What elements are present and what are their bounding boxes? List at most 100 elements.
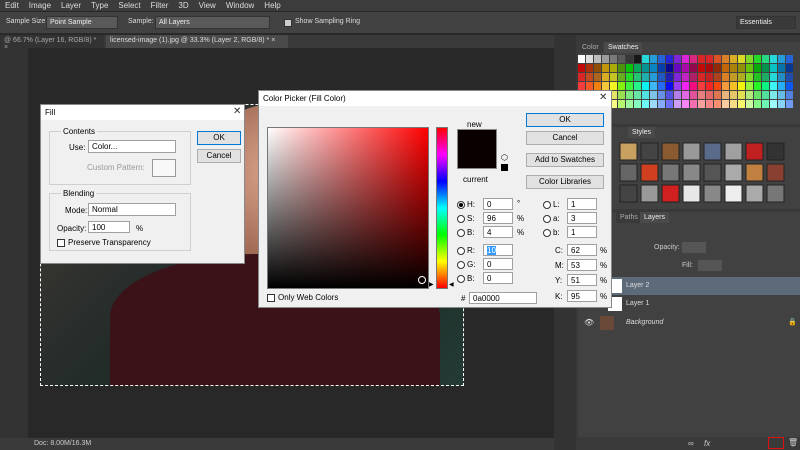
radio-g[interactable] xyxy=(457,261,465,269)
color-swatch[interactable] xyxy=(634,91,641,99)
color-swatch[interactable] xyxy=(714,91,721,99)
color-swatch[interactable] xyxy=(650,73,657,81)
menu-layer[interactable]: Layer xyxy=(56,1,86,10)
color-swatch[interactable] xyxy=(650,100,657,108)
b2-input[interactable]: 0 xyxy=(483,272,513,284)
sample-select[interactable]: All Layers xyxy=(155,16,270,29)
color-swatch[interactable] xyxy=(674,100,681,108)
color-swatch[interactable] xyxy=(674,73,681,81)
color-swatch[interactable] xyxy=(762,64,769,72)
color-swatch[interactable] xyxy=(586,73,593,81)
color-swatch[interactable] xyxy=(610,82,617,90)
color-swatch[interactable] xyxy=(730,55,737,63)
menu-help[interactable]: Help xyxy=(259,1,285,10)
color-swatch[interactable] xyxy=(586,82,593,90)
menu-filter[interactable]: Filter xyxy=(146,1,174,10)
color-swatch[interactable] xyxy=(610,64,617,72)
color-swatch[interactable] xyxy=(754,91,761,99)
color-swatch[interactable] xyxy=(746,55,753,63)
color-swatch[interactable] xyxy=(738,73,745,81)
color-swatch[interactable] xyxy=(738,91,745,99)
color-swatch[interactable] xyxy=(642,82,649,90)
ok-button[interactable]: OK xyxy=(526,113,604,127)
color-swatch[interactable] xyxy=(602,73,609,81)
radio-r[interactable] xyxy=(457,247,465,255)
color-swatch[interactable] xyxy=(706,55,713,63)
color-swatch[interactable] xyxy=(682,91,689,99)
color-swatch[interactable] xyxy=(730,82,737,90)
style-thumbnail[interactable] xyxy=(724,184,743,203)
ok-button[interactable]: OK xyxy=(197,131,241,145)
color-swatch[interactable] xyxy=(602,82,609,90)
color-swatch[interactable] xyxy=(738,64,745,72)
color-swatch[interactable] xyxy=(698,73,705,81)
color-swatch[interactable] xyxy=(578,73,585,81)
color-swatch[interactable] xyxy=(746,73,753,81)
color-swatch[interactable] xyxy=(706,91,713,99)
color-swatch[interactable] xyxy=(754,100,761,108)
g-input[interactable]: 0 xyxy=(483,258,513,270)
color-swatch[interactable] xyxy=(682,82,689,90)
color-swatch[interactable] xyxy=(770,55,777,63)
color-swatch[interactable] xyxy=(778,55,785,63)
color-swatch[interactable] xyxy=(650,91,657,99)
tab-color[interactable]: Color xyxy=(578,42,603,53)
tab-close-icon[interactable]: × xyxy=(271,37,275,44)
mode-select[interactable]: Normal xyxy=(88,203,176,216)
color-swatch[interactable] xyxy=(746,82,753,90)
color-swatch[interactable] xyxy=(658,55,665,63)
color-swatch[interactable] xyxy=(722,91,729,99)
color-swatch[interactable] xyxy=(786,100,793,108)
color-swatch[interactable] xyxy=(634,100,641,108)
color-swatch[interactable] xyxy=(634,64,641,72)
color-swatch[interactable] xyxy=(786,82,793,90)
color-swatch[interactable] xyxy=(690,82,697,90)
color-swatch[interactable] xyxy=(762,82,769,90)
color-swatch[interactable] xyxy=(770,100,777,108)
color-swatch[interactable] xyxy=(650,55,657,63)
color-swatch[interactable] xyxy=(706,100,713,108)
radio-b2[interactable] xyxy=(457,275,465,283)
color-swatch[interactable] xyxy=(778,73,785,81)
style-thumbnail[interactable] xyxy=(661,184,680,203)
hex-input[interactable]: 0a0000 xyxy=(469,292,537,304)
color-swatch[interactable] xyxy=(682,55,689,63)
color-swatch[interactable] xyxy=(770,64,777,72)
r-input[interactable]: 10 xyxy=(483,244,513,256)
color-swatch[interactable] xyxy=(634,82,641,90)
menu-window[interactable]: Window xyxy=(221,1,259,10)
style-thumbnail[interactable] xyxy=(619,184,638,203)
color-swatch[interactable] xyxy=(786,73,793,81)
show-ring-checkbox[interactable] xyxy=(284,19,292,27)
web-safe-swatch-icon[interactable] xyxy=(501,164,508,171)
color-libraries-button[interactable]: Color Libraries xyxy=(526,175,604,189)
style-thumbnail[interactable] xyxy=(724,142,743,161)
layer-fill-input[interactable] xyxy=(698,260,722,271)
color-swatch[interactable] xyxy=(706,82,713,90)
color-swatch[interactable] xyxy=(618,73,625,81)
color-swatch[interactable] xyxy=(722,100,729,108)
style-thumbnail[interactable] xyxy=(682,184,701,203)
style-thumbnail[interactable] xyxy=(682,142,701,161)
color-swatch[interactable] xyxy=(658,73,665,81)
color-swatch[interactable] xyxy=(618,64,625,72)
color-swatch[interactable] xyxy=(738,55,745,63)
layer-opacity-input[interactable] xyxy=(682,242,706,253)
color-swatch[interactable] xyxy=(586,55,593,63)
color-swatch[interactable] xyxy=(602,55,609,63)
color-swatch[interactable] xyxy=(746,100,753,108)
style-thumbnail[interactable] xyxy=(745,163,764,182)
color-swatch[interactable] xyxy=(674,91,681,99)
layer-row[interactable]: 👁 Background 🔒 xyxy=(578,314,800,332)
style-thumbnail[interactable] xyxy=(619,142,638,161)
style-thumbnail[interactable] xyxy=(640,163,659,182)
new-layer-icon[interactable] xyxy=(768,437,784,449)
style-thumbnail[interactable] xyxy=(766,142,785,161)
style-thumbnail[interactable] xyxy=(703,184,722,203)
pattern-picker[interactable] xyxy=(152,159,176,177)
color-swatch[interactable] xyxy=(626,55,633,63)
color-swatch[interactable] xyxy=(674,64,681,72)
color-swatch[interactable] xyxy=(658,82,665,90)
tab-layer16[interactable]: @ 66.7% (Layer 16, RGB/8) * × xyxy=(0,35,104,51)
color-swatch[interactable] xyxy=(778,64,785,72)
